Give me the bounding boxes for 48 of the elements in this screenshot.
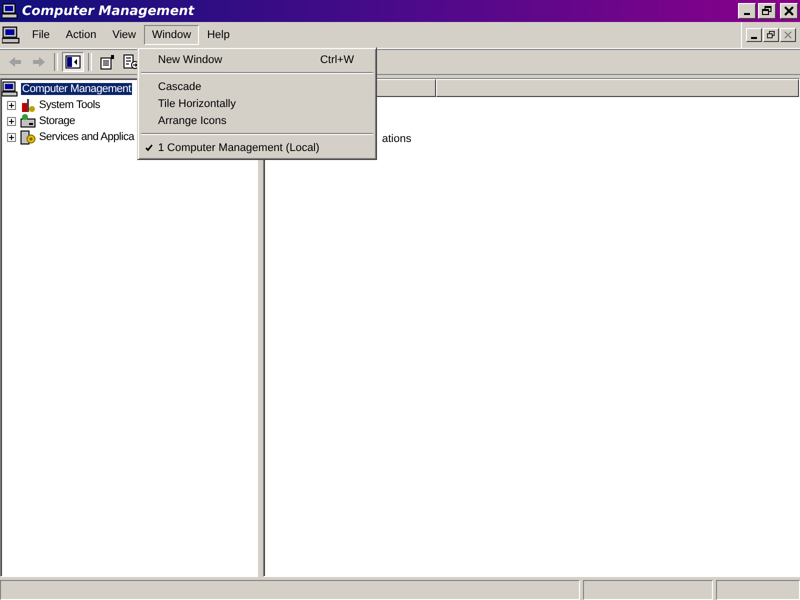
computer-icon: [2, 81, 18, 97]
tools-icon: [20, 97, 36, 113]
menu-item[interactable]: 1 Computer Management (Local): [140, 139, 374, 156]
restore-button[interactable]: [758, 3, 776, 19]
minimize-button[interactable]: [746, 28, 762, 42]
restore-button[interactable]: [763, 28, 779, 42]
tree-button[interactable]: [62, 52, 84, 72]
computer-icon: [2, 3, 18, 19]
tree-item[interactable]: Services and Applica: [38, 131, 136, 143]
restore-icon: [762, 6, 772, 16]
window-title: Computer Management: [22, 4, 194, 18]
menu-item[interactable]: View: [104, 25, 144, 45]
minimize-icon: [744, 13, 750, 15]
disk-drive-icon: [20, 113, 36, 129]
restore-icon: [767, 31, 775, 39]
tree-item[interactable]: Computer Management: [21, 83, 132, 95]
close-icon: [784, 6, 794, 16]
close-icon: [784, 31, 792, 39]
menu-item[interactable]: Arrange Icons: [140, 112, 374, 129]
menu-item[interactable]: Tile Horizontally: [140, 95, 374, 112]
menu-item-label: 1 Computer Management (Local): [158, 142, 320, 154]
menu-item-label: New Window: [158, 54, 222, 66]
list-item[interactable]: ations: [382, 133, 412, 145]
close-button[interactable]: [780, 3, 798, 19]
tree-item[interactable]: Storage: [38, 115, 76, 127]
menu-item[interactable]: New Window Ctrl+W: [140, 51, 374, 68]
close-button[interactable]: [780, 28, 796, 42]
menu-item[interactable]: Action: [58, 25, 104, 45]
expand-icon[interactable]: [7, 100, 16, 110]
computer-icon[interactable]: [2, 26, 20, 44]
menu-item-label: Tile Horizontally: [158, 98, 236, 110]
server-gear-icon: [20, 129, 36, 145]
menu-item[interactable]: Help: [199, 25, 238, 45]
menu-item[interactable]: Cascade: [140, 78, 374, 95]
shortcut-text: Ctrl+W: [320, 54, 355, 66]
column-header[interactable]: [436, 79, 799, 97]
minimize-button[interactable]: [738, 3, 756, 19]
back-arrow-icon: [7, 54, 23, 70]
forward-arrow-icon: [31, 54, 47, 70]
expand-icon[interactable]: [7, 116, 16, 126]
menu-item-label: Cascade: [158, 80, 202, 92]
menu-item-label: Arrange Icons: [158, 114, 226, 126]
menu-item[interactable]: Window: [144, 25, 200, 45]
expand-icon[interactable]: [7, 132, 16, 142]
minimize-icon: [751, 37, 757, 39]
check-icon: [145, 144, 153, 152]
tree-item[interactable]: System Tools: [38, 99, 102, 111]
menu-item[interactable]: File: [24, 25, 58, 45]
